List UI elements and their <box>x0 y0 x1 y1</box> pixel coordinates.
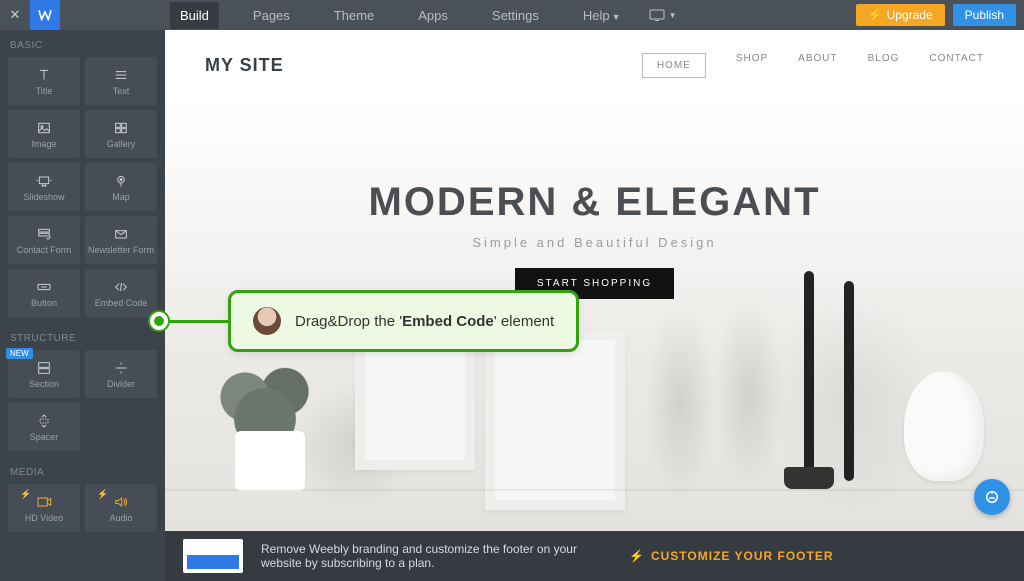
site-title[interactable]: MY SITE <box>205 55 284 76</box>
element-gallery[interactable]: Gallery <box>85 110 157 158</box>
tab-apps[interactable]: Apps <box>408 2 458 29</box>
element-map[interactable]: Map <box>85 163 157 211</box>
element-image[interactable]: Image <box>8 110 80 158</box>
section-structure-title: STRUCTURE <box>0 323 165 350</box>
element-spacer[interactable]: Spacer <box>8 403 80 451</box>
topbar: ✕ Build Pages Theme Apps Settings Help▼ … <box>0 0 1024 30</box>
tutorial-callout: Drag&Drop the 'Embed Code' element <box>150 290 579 352</box>
element-embed-code[interactable]: Embed Code <box>85 269 157 317</box>
upgrade-button[interactable]: ⚡Upgrade <box>856 4 945 26</box>
callout-dot <box>150 312 168 330</box>
site-preview: MY SITE HOME SHOP ABOUT BLOG CONTACT <box>165 30 1024 531</box>
tab-pages[interactable]: Pages <box>243 2 300 29</box>
help-bubble[interactable] <box>974 479 1010 515</box>
bolt-icon: ⚡ <box>20 489 31 500</box>
hero-subtitle[interactable]: Simple and Beautiful Design <box>472 235 716 250</box>
hero-title[interactable]: MODERN & ELEGANT <box>369 180 821 225</box>
decor-frame <box>485 330 625 510</box>
element-hd-video[interactable]: ⚡HD Video <box>8 484 80 532</box>
callout-line <box>168 320 228 323</box>
site-nav: HOME SHOP ABOUT BLOG CONTACT <box>642 53 984 78</box>
weebly-logo[interactable] <box>30 0 60 30</box>
tab-build[interactable]: Build <box>170 2 219 29</box>
nav-home[interactable]: HOME <box>642 53 706 78</box>
nav-blog[interactable]: BLOG <box>868 53 900 78</box>
section-basic-title: BASIC <box>0 30 165 57</box>
tab-settings[interactable]: Settings <box>482 2 549 29</box>
nav-about[interactable]: ABOUT <box>798 53 837 78</box>
element-title[interactable]: Title <box>8 57 80 105</box>
element-newsletter-form[interactable]: Newsletter Form <box>85 216 157 264</box>
avatar <box>253 307 281 335</box>
decor-shelf <box>165 489 1024 491</box>
device-switcher[interactable]: ▼ <box>643 5 683 25</box>
nav-shop[interactable]: SHOP <box>736 53 768 78</box>
customize-footer-button[interactable]: ⚡CUSTOMIZE YOUR FOOTER <box>629 549 834 563</box>
tab-theme[interactable]: Theme <box>324 2 384 29</box>
section-media-title: MEDIA <box>0 457 165 484</box>
element-slideshow[interactable]: Slideshow <box>8 163 80 211</box>
decor-vase <box>904 371 984 481</box>
site-header: MY SITE HOME SHOP ABOUT BLOG CONTACT <box>165 30 1024 100</box>
element-audio[interactable]: ⚡Audio <box>85 484 157 532</box>
bolt-icon: ⚡ <box>629 549 645 563</box>
element-text[interactable]: Text <box>85 57 157 105</box>
footer-promo: Remove Weebly branding and customize the… <box>165 531 1024 581</box>
topbar-tabs: Build Pages Theme Apps Settings Help▼ <box>60 2 631 29</box>
footer-message: Remove Weebly branding and customize the… <box>261 542 591 570</box>
decor-candlestick <box>844 281 854 481</box>
tab-help[interactable]: Help▼ <box>573 2 631 29</box>
decor-candlestick <box>804 271 814 481</box>
bolt-icon: ⚡ <box>97 489 108 500</box>
elements-panel: BASIC Title Text Image Gallery Slideshow… <box>0 30 165 581</box>
close-icon[interactable]: ✕ <box>0 7 30 23</box>
new-badge: NEW <box>6 348 33 359</box>
publish-button[interactable]: Publish <box>953 4 1016 26</box>
element-button[interactable]: Button <box>8 269 80 317</box>
element-contact-form[interactable]: Contact Form <box>8 216 80 264</box>
callout-text: Drag&Drop the 'Embed Code' element <box>295 313 554 330</box>
nav-contact[interactable]: CONTACT <box>929 53 984 78</box>
decor-holder <box>784 467 834 489</box>
element-divider[interactable]: Divider <box>85 350 157 398</box>
footer-thumb <box>183 539 243 573</box>
decor-plant <box>205 331 325 491</box>
